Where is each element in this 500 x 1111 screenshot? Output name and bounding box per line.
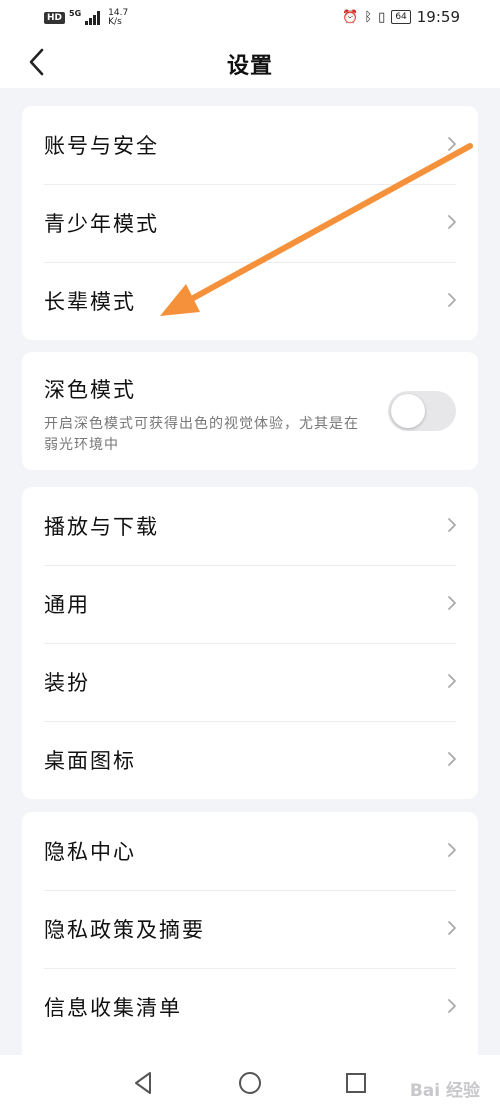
chevron-right-icon bbox=[448, 752, 456, 766]
clock: 19:59 bbox=[416, 8, 460, 26]
status-left: HD 5G 14.7 K/s bbox=[44, 9, 128, 27]
alarm-icon: ⏰ bbox=[342, 9, 359, 25]
settings-item-privacy-center[interactable]: 隐私中心 bbox=[22, 812, 478, 890]
settings-item-label: 长辈模式 bbox=[44, 290, 136, 314]
chevron-right-icon bbox=[448, 518, 456, 532]
chevron-right-icon bbox=[448, 293, 456, 307]
settings-item-label: 播放与下载 bbox=[44, 515, 159, 539]
vibrate-icon: ▯ bbox=[378, 9, 386, 25]
status-right: ⏰ ᛒ ▯ 64 19:59 bbox=[342, 8, 460, 26]
settings-item-label: 隐私政策及摘要 bbox=[44, 918, 205, 942]
settings-item-label: 桌面图标 bbox=[44, 749, 136, 773]
settings-item-label: 信息收集清单 bbox=[44, 996, 182, 1020]
signal-icon bbox=[85, 11, 101, 25]
settings-item-label: 账号与安全 bbox=[44, 134, 159, 158]
hd-badge: HD bbox=[44, 12, 66, 24]
account-settings-card: 账号与安全 青少年模式 长辈模式 bbox=[22, 106, 478, 340]
settings-item-general[interactable]: 通用 bbox=[22, 565, 478, 643]
settings-item-appearance[interactable]: 装扮 bbox=[22, 643, 478, 721]
chevron-right-icon bbox=[448, 215, 456, 229]
settings-item-account-security[interactable]: 账号与安全 bbox=[22, 106, 478, 184]
chevron-right-icon bbox=[448, 843, 456, 857]
page-title: 设置 bbox=[226, 54, 273, 79]
nav-recents-icon[interactable] bbox=[342, 1069, 370, 1097]
settings-item-playback-download[interactable]: 播放与下载 bbox=[22, 487, 478, 565]
settings-item-info-collection[interactable]: 信息收集清单 bbox=[22, 968, 478, 1046]
nav-home-icon[interactable] bbox=[236, 1069, 264, 1097]
dark-mode-card: 深色模式 开启深色模式可获得出色的视觉体验，尤其是在弱光环境中 bbox=[22, 352, 478, 470]
battery-icon: 64 bbox=[391, 10, 411, 24]
settings-item-elder-mode[interactable]: 长辈模式 bbox=[22, 262, 478, 340]
dark-mode-title: 深色模式 bbox=[44, 378, 136, 402]
chevron-right-icon bbox=[448, 921, 456, 935]
system-nav-bar: Bai 经验 bbox=[0, 1055, 500, 1111]
general-settings-card: 播放与下载 通用 装扮 桌面图标 bbox=[22, 487, 478, 799]
chevron-right-icon bbox=[448, 596, 456, 610]
settings-item-label: 青少年模式 bbox=[44, 212, 159, 236]
chevron-right-icon bbox=[448, 137, 456, 151]
chevron-right-icon bbox=[448, 674, 456, 688]
settings-item-label: 装扮 bbox=[44, 671, 90, 695]
header: 设置 bbox=[0, 36, 500, 88]
status-bar: HD 5G 14.7 K/s ⏰ ᛒ ▯ 64 19:59 bbox=[0, 0, 500, 36]
chevron-right-icon bbox=[448, 999, 456, 1013]
network-speed: 14.7 K/s bbox=[108, 9, 128, 27]
bluetooth-icon: ᛒ bbox=[364, 9, 373, 25]
toggle-knob bbox=[391, 394, 425, 428]
settings-item-teen-mode[interactable]: 青少年模式 bbox=[22, 184, 478, 262]
privacy-settings-card: 隐私中心 隐私政策及摘要 信息收集清单 bbox=[22, 812, 478, 1072]
network-type: 5G bbox=[69, 8, 82, 18]
settings-item-privacy-policy[interactable]: 隐私政策及摘要 bbox=[22, 890, 478, 968]
dark-mode-description: 开启深色模式可获得出色的视觉体验，尤其是在弱光环境中 bbox=[44, 416, 359, 453]
nav-back-icon[interactable] bbox=[130, 1069, 158, 1097]
dark-mode-toggle[interactable] bbox=[388, 391, 456, 431]
network-speed-unit: K/s bbox=[108, 17, 122, 27]
watermark: Bai 经验 bbox=[409, 1081, 480, 1101]
settings-item-label: 通用 bbox=[44, 593, 90, 617]
settings-item-label: 隐私中心 bbox=[44, 840, 136, 864]
settings-item-desktop-icon[interactable]: 桌面图标 bbox=[22, 721, 478, 799]
